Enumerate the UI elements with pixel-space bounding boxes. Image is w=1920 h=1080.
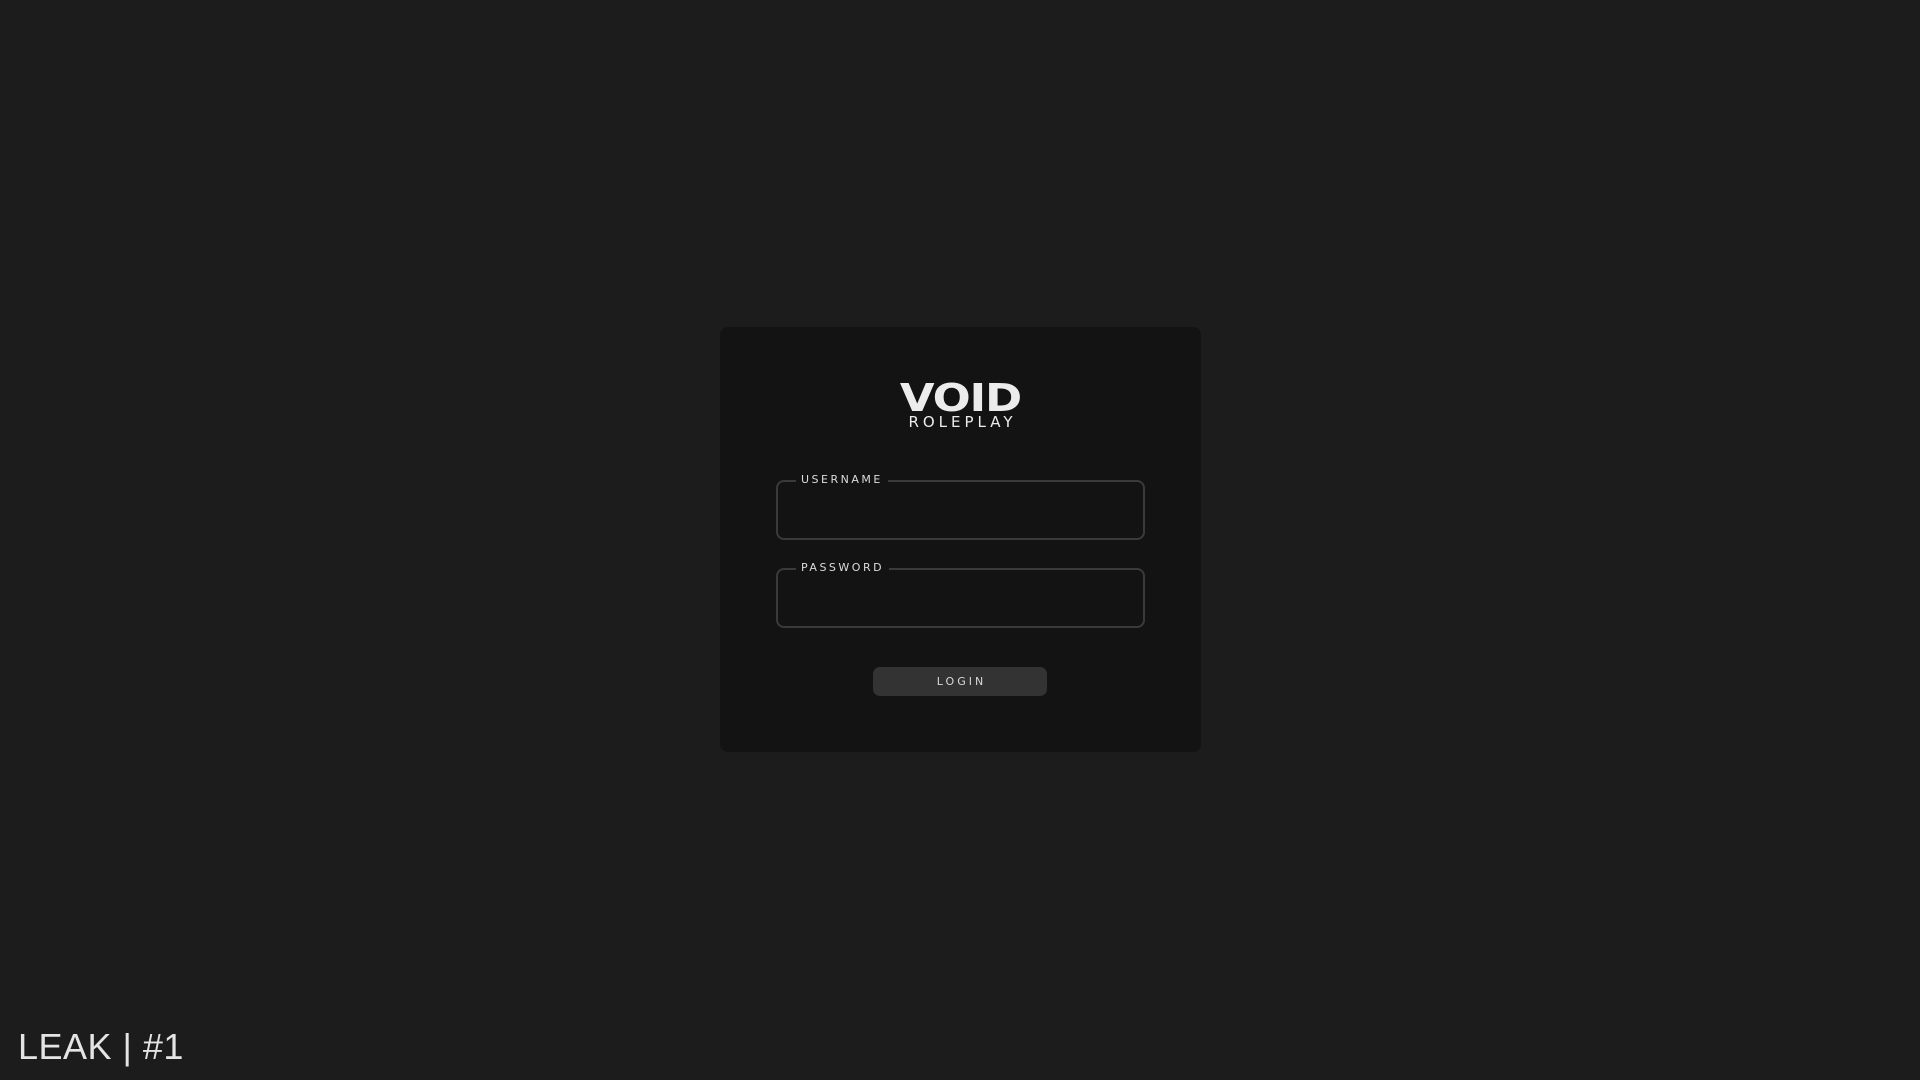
- username-input[interactable]: [792, 496, 1133, 526]
- login-screen: VOID ROLEPLAY USERNAME PASSWORD LOGIN LE…: [0, 0, 1920, 1080]
- void-roleplay-logo: VOID ROLEPLAY: [720, 379, 1201, 430]
- password-label: PASSWORD: [796, 561, 890, 575]
- password-field[interactable]: PASSWORD: [776, 561, 1145, 628]
- login-card: VOID ROLEPLAY USERNAME PASSWORD LOGIN: [720, 327, 1201, 752]
- password-input[interactable]: [792, 584, 1133, 614]
- username-field[interactable]: USERNAME: [776, 473, 1145, 540]
- username-label: USERNAME: [796, 473, 888, 487]
- leak-watermark: LEAK | #1: [18, 1026, 184, 1067]
- logo-title: VOID: [899, 376, 1022, 420]
- login-button[interactable]: LOGIN: [873, 667, 1047, 696]
